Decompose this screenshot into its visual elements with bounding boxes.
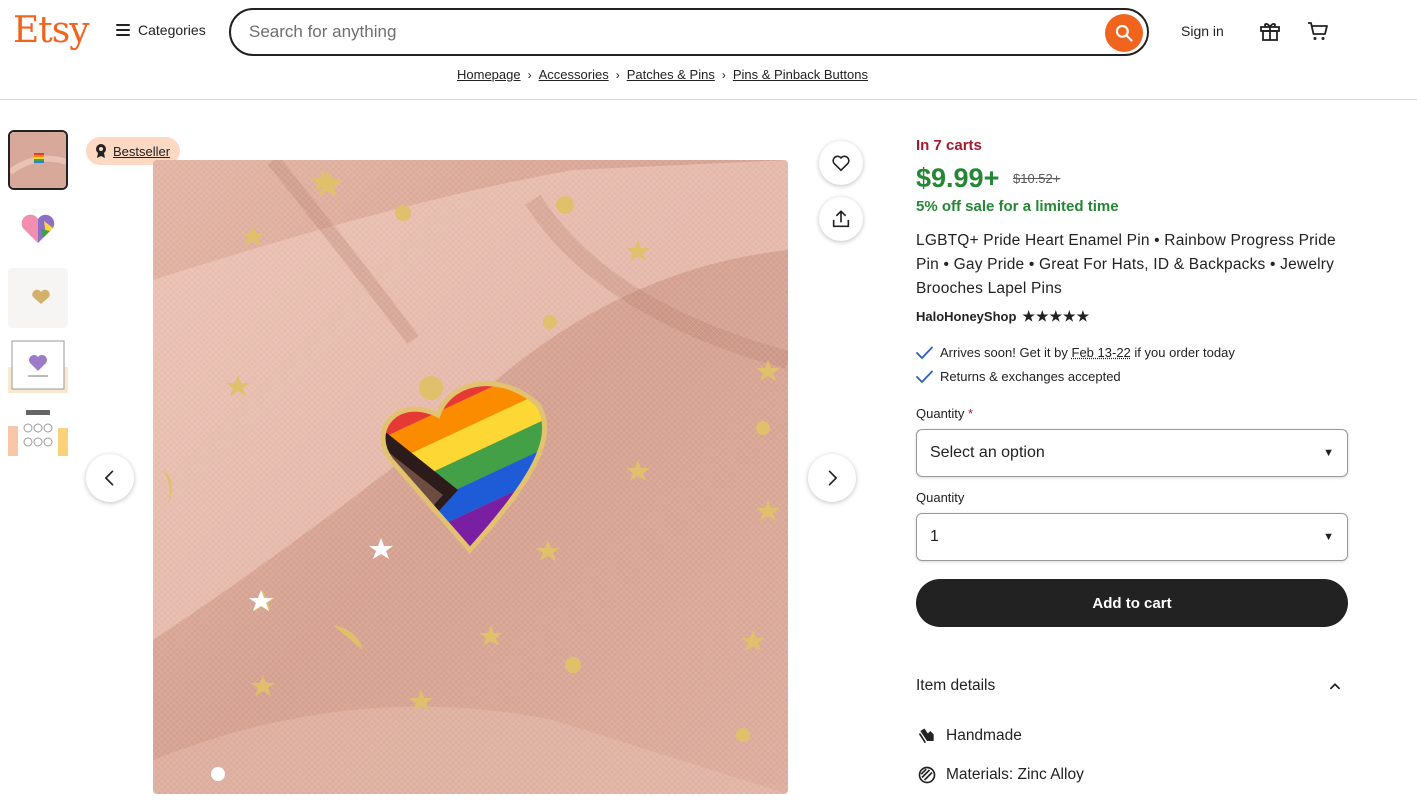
thumbnail-4[interactable]: [8, 337, 68, 397]
handmade-label: Handmade: [946, 727, 1022, 744]
quantity-select-value: 1: [930, 528, 939, 545]
checkmark-icon: [916, 346, 933, 359]
variation-select[interactable]: Select an option ▼: [916, 429, 1348, 477]
breadcrumb-pins-buttons[interactable]: Pins & Pinback Buttons: [733, 67, 868, 82]
categories-label: Categories: [138, 22, 206, 38]
hand-icon: [918, 728, 934, 744]
cart-icon[interactable]: [1306, 19, 1330, 43]
chevron-up-icon: [1330, 683, 1340, 690]
checkmark-icon: [916, 370, 933, 383]
thumbnail-2[interactable]: [8, 199, 68, 259]
chevron-right-icon: [828, 470, 837, 486]
award-icon: [96, 144, 106, 158]
product-main-image[interactable]: [153, 160, 788, 794]
thumbnail-list: [8, 130, 68, 475]
product-title: LGBTQ+ Pride Heart Enamel Pin • Rainbow …: [916, 232, 1336, 297]
thumbnail-1[interactable]: [8, 130, 68, 190]
search-button[interactable]: [1105, 14, 1143, 52]
add-to-cart-button[interactable]: Add to cart: [916, 579, 1348, 627]
chevron-right-icon: ›: [721, 67, 726, 82]
returns-perk: Returns & exchanges accepted: [916, 369, 1121, 384]
breadcrumb-patches-pins[interactable]: Patches & Pins: [627, 67, 715, 82]
categories-button[interactable]: Categories: [116, 22, 206, 38]
shop-info: HaloHoneyShop ★★★★★: [916, 308, 1090, 325]
shop-name-link[interactable]: HaloHoneyShop: [916, 309, 1016, 324]
thumbnail-3[interactable]: [8, 268, 68, 328]
chevron-right-icon: ›: [527, 67, 532, 82]
quantity-label-2: Quantity: [916, 490, 965, 505]
search-bar: [229, 8, 1149, 56]
breadcrumb-homepage[interactable]: Homepage: [457, 67, 521, 82]
materials-label: Materials: Zinc Alloy: [946, 766, 1084, 783]
sign-in-link[interactable]: Sign in: [1181, 23, 1224, 39]
materials-detail: Materials: Zinc Alloy: [916, 765, 1084, 785]
item-details-header: Item details: [916, 677, 996, 694]
in-carts-notice: In 7 carts: [916, 137, 982, 154]
required-asterisk: *: [968, 406, 974, 421]
caret-down-icon: ▼: [1323, 531, 1334, 543]
share-icon: [832, 210, 850, 228]
quantity-label-1: Quantity *: [916, 406, 974, 421]
chevron-right-icon: ›: [615, 67, 620, 82]
chevron-left-icon: [105, 470, 114, 486]
variation-select-value: Select an option: [930, 444, 1045, 461]
breadcrumb: Homepage › Accessories › Patches & Pins …: [457, 67, 868, 82]
site-header: Etsy Categories Sign in Homepage › Acces…: [0, 0, 1417, 100]
arrival-perk: Arrives soon! Get it by Feb 13-22 if you…: [916, 345, 1235, 360]
original-price: $10.52+: [1013, 171, 1061, 186]
handmade-detail: Handmade: [916, 726, 1022, 746]
sale-price: $9.99+: [916, 163, 1000, 193]
arrival-prefix: Arrives soon! Get it by: [940, 345, 1068, 360]
arrival-suffix: if you order today: [1134, 345, 1235, 360]
returns-text: Returns & exchanges accepted: [940, 369, 1121, 384]
rating-stars[interactable]: ★★★★★: [1022, 308, 1090, 325]
sale-notice: 5% off sale for a limited time: [916, 198, 1119, 215]
item-details-toggle[interactable]: Item details: [916, 677, 1348, 695]
previous-image-button[interactable]: [86, 454, 134, 502]
breadcrumb-accessories[interactable]: Accessories: [539, 67, 609, 82]
share-button[interactable]: [819, 197, 863, 241]
thumbnail-5[interactable]: [8, 406, 68, 466]
favorite-button[interactable]: [819, 141, 863, 185]
gift-icon[interactable]: [1258, 19, 1282, 43]
caret-down-icon: ▼: [1323, 447, 1334, 459]
search-icon: [1115, 24, 1133, 42]
etsy-logo[interactable]: Etsy: [13, 10, 90, 51]
heart-icon: [832, 155, 850, 172]
quantity-select[interactable]: 1 ▼: [916, 513, 1348, 561]
materials-icon: [918, 766, 936, 784]
bestseller-label: Bestseller: [113, 143, 171, 159]
next-image-button[interactable]: [808, 454, 856, 502]
search-input[interactable]: [249, 10, 1109, 54]
arrival-dates[interactable]: Feb 13-22: [1072, 345, 1131, 360]
menu-icon: [116, 24, 130, 36]
